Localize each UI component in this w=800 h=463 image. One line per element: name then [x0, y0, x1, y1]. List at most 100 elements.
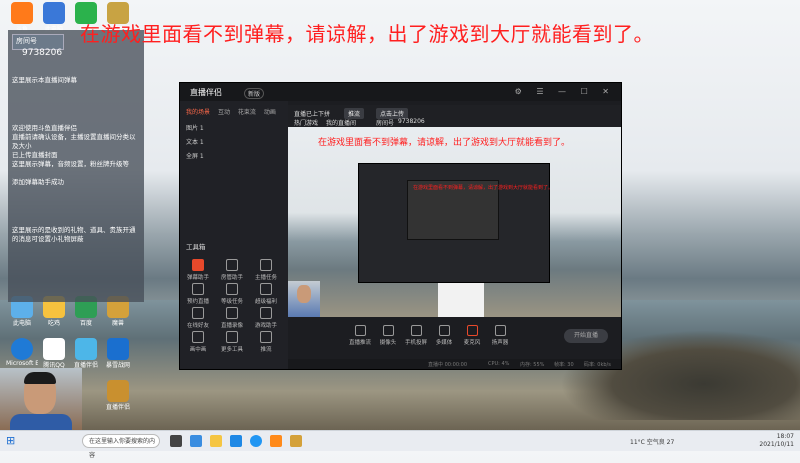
- level-icon: [226, 283, 238, 295]
- scene-item-image[interactable]: 图片 1: [186, 123, 204, 132]
- room-id: 9738206: [22, 48, 63, 58]
- desktop-icon[interactable]: 此电脑: [6, 296, 38, 336]
- overlay-message: 已上传直播封面: [12, 151, 58, 159]
- preview-face: [297, 285, 311, 303]
- status-bitrate: 码率: 0kb/s: [584, 362, 611, 368]
- tab-animation[interactable]: 动画: [264, 109, 276, 116]
- game-icon: [260, 307, 272, 319]
- desktop-icon[interactable]: 吃鸡: [38, 296, 70, 336]
- subcategory[interactable]: 我的直播间: [326, 118, 356, 127]
- danmaku-overlay-panel: 房间号 9738206 这里展示本直播间弹幕 欢迎使用斗鱼直播伴侣 直播前请确认…: [8, 30, 144, 302]
- weather-widget[interactable]: 11°C 空气良 27: [630, 437, 674, 446]
- tab-my-scene[interactable]: 我的场景: [186, 109, 210, 116]
- edge-icon[interactable]: [190, 435, 202, 447]
- tab-flowers[interactable]: 花束流: [238, 109, 256, 116]
- preview-nested-window: 在游戏里面看不到弹幕，请谅解，出了游戏到大厅就能看到了。: [358, 163, 554, 283]
- more-icon: [226, 331, 238, 343]
- tool-push[interactable]: 推流: [252, 331, 280, 353]
- version-tag[interactable]: 新版: [244, 88, 265, 99]
- tool-friends[interactable]: 在线好友: [184, 307, 212, 329]
- speaker-icon: [494, 325, 506, 336]
- toolbox-title: 工具箱: [186, 243, 206, 251]
- scene-panel: 我的场景 互动 花束流 动画 图片 1 文本 1 全屏 1 工具箱 弹幕助手 房…: [180, 101, 288, 369]
- clock[interactable]: 18:07 2021/10/11: [759, 433, 794, 449]
- desktop-icon[interactable]: 魔兽: [102, 296, 134, 336]
- stream-toolbar: 直播已上下拼 推流 点击上传 热门游戏 我的直播间 房间号 9738206: [288, 105, 621, 127]
- webcam-overlay: [0, 368, 82, 430]
- camera-icon: [382, 325, 394, 336]
- screen-icon: [354, 325, 366, 336]
- push-icon: [260, 331, 272, 343]
- store-icon[interactable]: [230, 435, 242, 447]
- control-camera[interactable]: 摄像头: [376, 325, 400, 346]
- overlay-message: 的消息可设置小礼物屏蔽: [12, 235, 84, 243]
- control-mic[interactable]: 麦克风: [460, 325, 484, 346]
- status-live: 直播中 00:00:00: [428, 362, 468, 368]
- overlay-message: 这里展示本直播间弹幕: [12, 76, 77, 84]
- explorer-icon[interactable]: [210, 435, 222, 447]
- clock-time: 18:07: [776, 433, 794, 440]
- danmaku-icon: [192, 259, 204, 271]
- tool-schedule[interactable]: 预约直播: [184, 283, 212, 305]
- schedule-icon: [192, 283, 204, 295]
- room-id: 9738206: [398, 118, 425, 125]
- stream-preview[interactable]: 在游戏里面看不到弹幕，请谅解，出了游戏到大厅就能看到了。 在游戏里面看不到弹幕，…: [288, 127, 621, 317]
- tool-pip[interactable]: 画中画: [184, 331, 212, 353]
- preview-nested-banner: 在游戏里面看不到弹幕，请谅解，出了游戏到大厅就能看到了。: [413, 185, 554, 191]
- tool-more[interactable]: 更多工具: [218, 331, 246, 353]
- tool-welfare[interactable]: 超级福利: [252, 283, 280, 305]
- live-status: 直播已上下拼: [294, 111, 331, 118]
- scene-tabs: 我的场景 互动 花束流 动画: [186, 107, 282, 116]
- tool-level[interactable]: 等级任务: [218, 283, 246, 305]
- control-phone[interactable]: 手机投屏: [404, 325, 428, 346]
- tool-room-admin[interactable]: 房管助手: [218, 259, 246, 281]
- control-screen[interactable]: 直播推流: [348, 325, 372, 346]
- category[interactable]: 热门游戏: [294, 118, 318, 127]
- douyu-icon[interactable]: [270, 435, 282, 447]
- taskbar-search[interactable]: 在这里输入你要搜索的内容: [82, 434, 160, 459]
- room-label: 房间号: [376, 120, 395, 127]
- record-icon: [226, 307, 238, 319]
- media-icon: [438, 325, 450, 336]
- browser-icon[interactable]: [250, 435, 262, 447]
- mic-icon: [466, 325, 478, 336]
- status-cpu: CPU: 4%: [488, 361, 510, 367]
- desktop-icon[interactable]: 暴雪战网: [102, 338, 134, 378]
- window-controls[interactable]: ⚙ ☰ — ☐ ✕: [515, 87, 615, 96]
- scene-item-text[interactable]: 文本 1: [186, 137, 204, 146]
- overlay-message: 这里展示的是收到的礼物、道具、贵族开通: [12, 226, 136, 234]
- pip-icon: [192, 331, 204, 343]
- tool-record[interactable]: 直播录像: [218, 307, 246, 329]
- tab-interact[interactable]: 互动: [218, 109, 230, 116]
- start-button[interactable]: ⊞: [6, 434, 15, 447]
- status-mem: 内存: 55%: [520, 362, 545, 368]
- control-speaker[interactable]: 扬声器: [488, 325, 512, 346]
- app-brand: 直播伴侣: [190, 88, 222, 97]
- status-bar: 直播中 00:00:00 CPU: 4% 内存: 55% 帧率: 30 码率: …: [288, 359, 621, 369]
- control-bar: 直播推流 摄像头 手机投屏 多媒体 麦克风 扬声器 开始直播: [288, 317, 621, 359]
- windows-taskbar: ⊞ 在这里输入你要搜索的内容 11°C 空气良 27 18:07 2021/10…: [0, 430, 800, 459]
- go-live-button[interactable]: 开始直播: [564, 329, 608, 343]
- overlay-message: 添加弹幕助手成功: [12, 178, 64, 186]
- app-titlebar: 直播伴侣 新版 ⚙ ☰ — ☐ ✕: [180, 83, 621, 101]
- desktop-icon[interactable]: 直播伴侣: [102, 380, 134, 420]
- preview-webcam: [288, 281, 320, 317]
- tool-danmaku[interactable]: 弹幕助手: [184, 259, 212, 281]
- task-view-icon[interactable]: [170, 435, 182, 447]
- control-media[interactable]: 多媒体: [432, 325, 456, 346]
- tool-game[interactable]: 游戏助手: [252, 307, 280, 329]
- overlay-message: 这里展示弹幕，音频设置，粉丝牌升级等: [12, 160, 129, 168]
- streaming-app-window: 直播伴侣 新版 ⚙ ☰ — ☐ ✕ 我的场景 互动 花束流 动画 图片 1 文本…: [179, 82, 622, 370]
- admin-icon: [226, 259, 238, 271]
- status-fps: 帧率: 30: [554, 362, 574, 368]
- live-companion-icon[interactable]: [290, 435, 302, 447]
- room-label: 房间号: [16, 37, 37, 45]
- tool-tasks[interactable]: 主播任务: [252, 259, 280, 281]
- clock-date: 2021/10/11: [759, 441, 794, 448]
- scene-item-fullscreen[interactable]: 全屏 1: [186, 151, 204, 160]
- desktop-icon[interactable]: 百度: [70, 296, 102, 336]
- banner-notice: 在游戏里面看不到弹幕，请谅解，出了游戏到大厅就能看到了。: [80, 22, 654, 46]
- task-icon: [260, 259, 272, 271]
- overlay-message: 直播前请确认设备，主播设置直播间分类以及大小: [12, 133, 136, 150]
- welfare-icon: [260, 283, 272, 295]
